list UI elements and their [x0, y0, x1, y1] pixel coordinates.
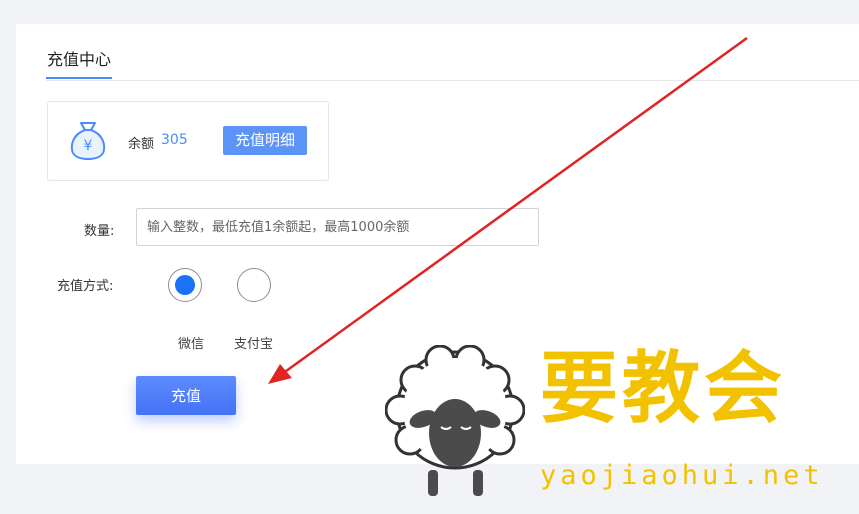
- watermark-url: yaojiaohui.net: [540, 460, 824, 491]
- quantity-label: 数量:: [84, 224, 115, 239]
- payment-option-wechat-label[interactable]: 微信: [178, 333, 204, 352]
- quantity-input[interactable]: [136, 208, 539, 246]
- payment-radio-alipay[interactable]: [237, 268, 271, 302]
- recharge-details-button[interactable]: 充值明细: [223, 126, 307, 155]
- money-bag-icon: ¥: [70, 122, 106, 161]
- recharge-submit-button[interactable]: 充值: [136, 376, 236, 415]
- tab-recharge-center[interactable]: 充值中心: [46, 50, 113, 79]
- recharge-card: 充值中心 ¥ 余额 305 充值明细 数量: 充值方式: 微信 支付宝 充值: [16, 24, 859, 464]
- payment-option-alipay-label[interactable]: 支付宝: [234, 333, 273, 352]
- payment-method-label: 充值方式:: [57, 279, 114, 294]
- payment-radio-wechat[interactable]: [168, 268, 202, 302]
- balance-label: 余额: [128, 137, 155, 152]
- balance-panel: ¥ 余额 305 充值明细: [47, 101, 329, 181]
- radio-selected-dot: [175, 275, 195, 295]
- balance-value: 305: [161, 132, 188, 148]
- tab-bar: 充值中心: [46, 50, 859, 81]
- svg-text:¥: ¥: [84, 138, 93, 154]
